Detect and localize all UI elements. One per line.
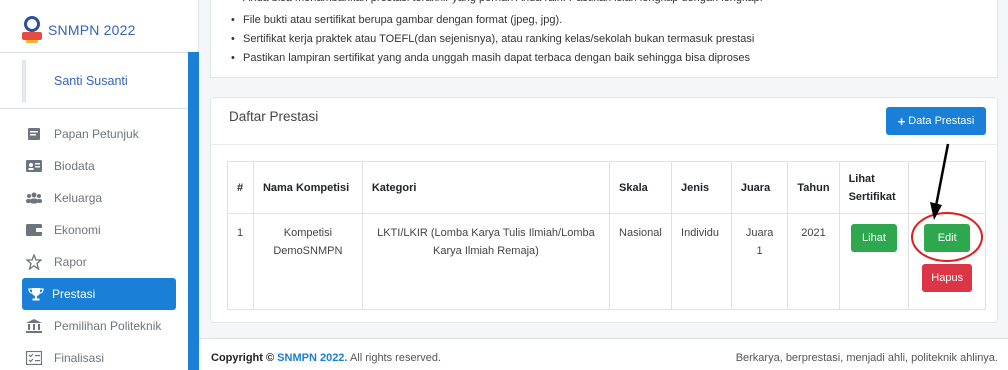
daftar-prestasi-card: Daftar Prestasi + Data Prestasi # Nama K… — [210, 97, 998, 323]
clipboard-icon — [26, 127, 42, 141]
column-header: # — [227, 161, 254, 214]
sidebar-item-label: Rapor — [54, 255, 87, 269]
sidebar-item-ekonomi[interactable]: Ekonomi — [0, 214, 188, 246]
brand[interactable]: SNMPN 2022 — [22, 10, 136, 50]
snmpn-logo-icon — [22, 16, 42, 44]
divider — [0, 52, 188, 53]
table-header-row: # Nama Kompetisi Kategori Skala Jenis Ju… — [227, 161, 986, 214]
sidebar-item-label: Papan Petunjuk — [54, 127, 139, 141]
cell-kategori: LKTI/LKIR (Lomba Karya Tulis Ilmiah/Lomb… — [361, 213, 611, 310]
footer-tagline: Berkarya, berprestasi, menjadi ahli, pol… — [735, 352, 998, 364]
notes-card: Anda bisa menambahkan prestasi terakhir … — [210, 0, 998, 78]
wallet-icon — [26, 223, 42, 237]
cell-actions: Edit Hapus — [908, 212, 986, 310]
sidebar-item-label: Pemilihan Politeknik — [54, 319, 162, 333]
column-header: Lihat Sertifikat — [838, 161, 910, 214]
add-prestasi-label: Data Prestasi — [908, 115, 975, 127]
add-prestasi-button[interactable]: + Data Prestasi — [886, 107, 986, 135]
cell-jenis: Individu — [671, 213, 732, 310]
cell-juara: Juara 1 — [730, 213, 789, 310]
trophy-icon — [28, 287, 44, 301]
edit-button-wrapper: Edit — [911, 212, 984, 262]
copyright-prefix: Copyright © — [211, 352, 275, 364]
sidebar: SNMPN 2022 Santi Susanti Papan Petunjuk … — [0, 0, 199, 370]
sidebar-item-biodata[interactable]: Biodata — [0, 150, 188, 182]
card-title: Daftar Prestasi — [229, 109, 319, 124]
prestasi-table: # Nama Kompetisi Kategori Skala Jenis Ju… — [227, 161, 986, 310]
plus-icon: + — [897, 113, 906, 129]
avatar — [22, 60, 26, 102]
checklist-icon — [26, 351, 42, 365]
sidebar-item-label: Ekonomi — [54, 223, 101, 237]
column-header: Nama Kompetisi — [252, 161, 363, 214]
sidebar-item-pemilihan-politeknik[interactable]: Pemilihan Politeknik — [0, 310, 188, 342]
sidebar-item-rapor[interactable]: Rapor — [0, 246, 188, 278]
users-icon — [26, 191, 42, 205]
copyright-suffix: All rights reserved. — [349, 352, 442, 364]
hapus-button[interactable]: Hapus — [922, 264, 973, 292]
column-header: Skala — [609, 161, 673, 214]
annotation-arrow-icon — [930, 143, 950, 220]
note-item: Anda bisa menambahkan prestasi terakhir … — [231, 0, 763, 8]
divider — [211, 144, 997, 145]
sidebar-item-label: Biodata — [54, 159, 95, 173]
lihat-button[interactable]: Lihat — [850, 224, 897, 252]
user-panel[interactable]: Santi Susanti — [22, 60, 188, 102]
table-row: 1 Kompetisi DemoSNMPN LKTI/LKIR (Lomba K… — [227, 212, 986, 310]
sidebar-scrollbar[interactable] — [188, 52, 199, 370]
notes-list: File bukti atau sertifikat berupa gambar… — [211, 11, 754, 68]
sidebar-nav: Papan Petunjuk Biodata Keluarga Ekonomi … — [0, 118, 188, 370]
star-outline-icon — [26, 254, 42, 270]
column-header: Juara — [730, 161, 789, 214]
footer-copyright: Copyright © SNMPN 2022. All rights reser… — [211, 352, 441, 364]
column-header: Kategori — [361, 161, 611, 214]
footer-brand-link[interactable]: SNMPN 2022. — [277, 352, 347, 364]
sidebar-item-finalisasi[interactable]: Finalisasi — [0, 342, 188, 370]
sidebar-item-prestasi[interactable]: Prestasi — [22, 278, 176, 310]
note-item: File bukti atau sertifikat berupa gambar… — [231, 11, 754, 30]
divider — [0, 108, 188, 109]
brand-title: SNMPN 2022 — [48, 22, 136, 38]
institution-icon — [26, 319, 42, 333]
cell-lihat-sertifikat: Lihat — [838, 213, 910, 310]
column-header: Tahun — [787, 161, 840, 214]
sidebar-item-label: Finalisasi — [54, 351, 105, 365]
id-card-icon — [26, 159, 42, 173]
cell-skala: Nasional — [609, 213, 673, 310]
note-item: Sertifikat kerja praktek atau TOEFL(dan … — [231, 30, 754, 49]
cell-tahun: 2021 — [787, 213, 840, 310]
cell-no: 1 — [227, 213, 254, 310]
user-name: Santi Susanti — [54, 74, 128, 88]
column-header: Jenis — [671, 161, 732, 214]
sidebar-item-papan-petunjuk[interactable]: Papan Petunjuk — [0, 118, 188, 150]
footer: Copyright © SNMPN 2022. All rights reser… — [199, 338, 1008, 370]
sidebar-item-label: Prestasi — [52, 287, 96, 301]
sidebar-item-keluarga[interactable]: Keluarga — [0, 182, 188, 214]
sidebar-item-label: Keluarga — [54, 191, 103, 205]
note-item: Pastikan lampiran sertifikat yang anda u… — [231, 49, 754, 68]
cell-nama-kompetisi: Kompetisi DemoSNMPN — [252, 213, 363, 310]
